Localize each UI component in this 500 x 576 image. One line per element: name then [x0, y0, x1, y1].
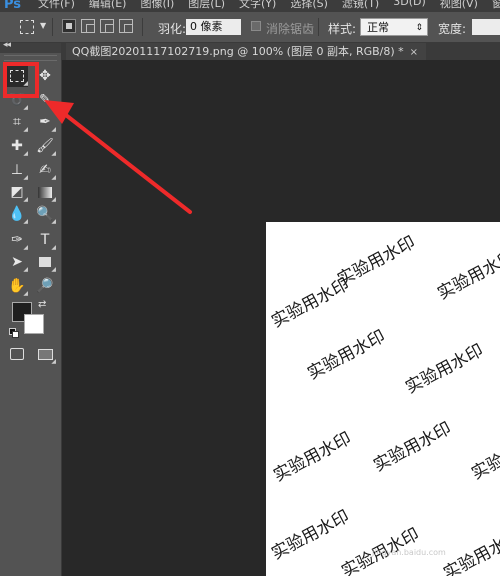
site-watermark: jingyan.baidu.com	[372, 548, 446, 557]
annotation-arrow-icon	[44, 100, 192, 214]
